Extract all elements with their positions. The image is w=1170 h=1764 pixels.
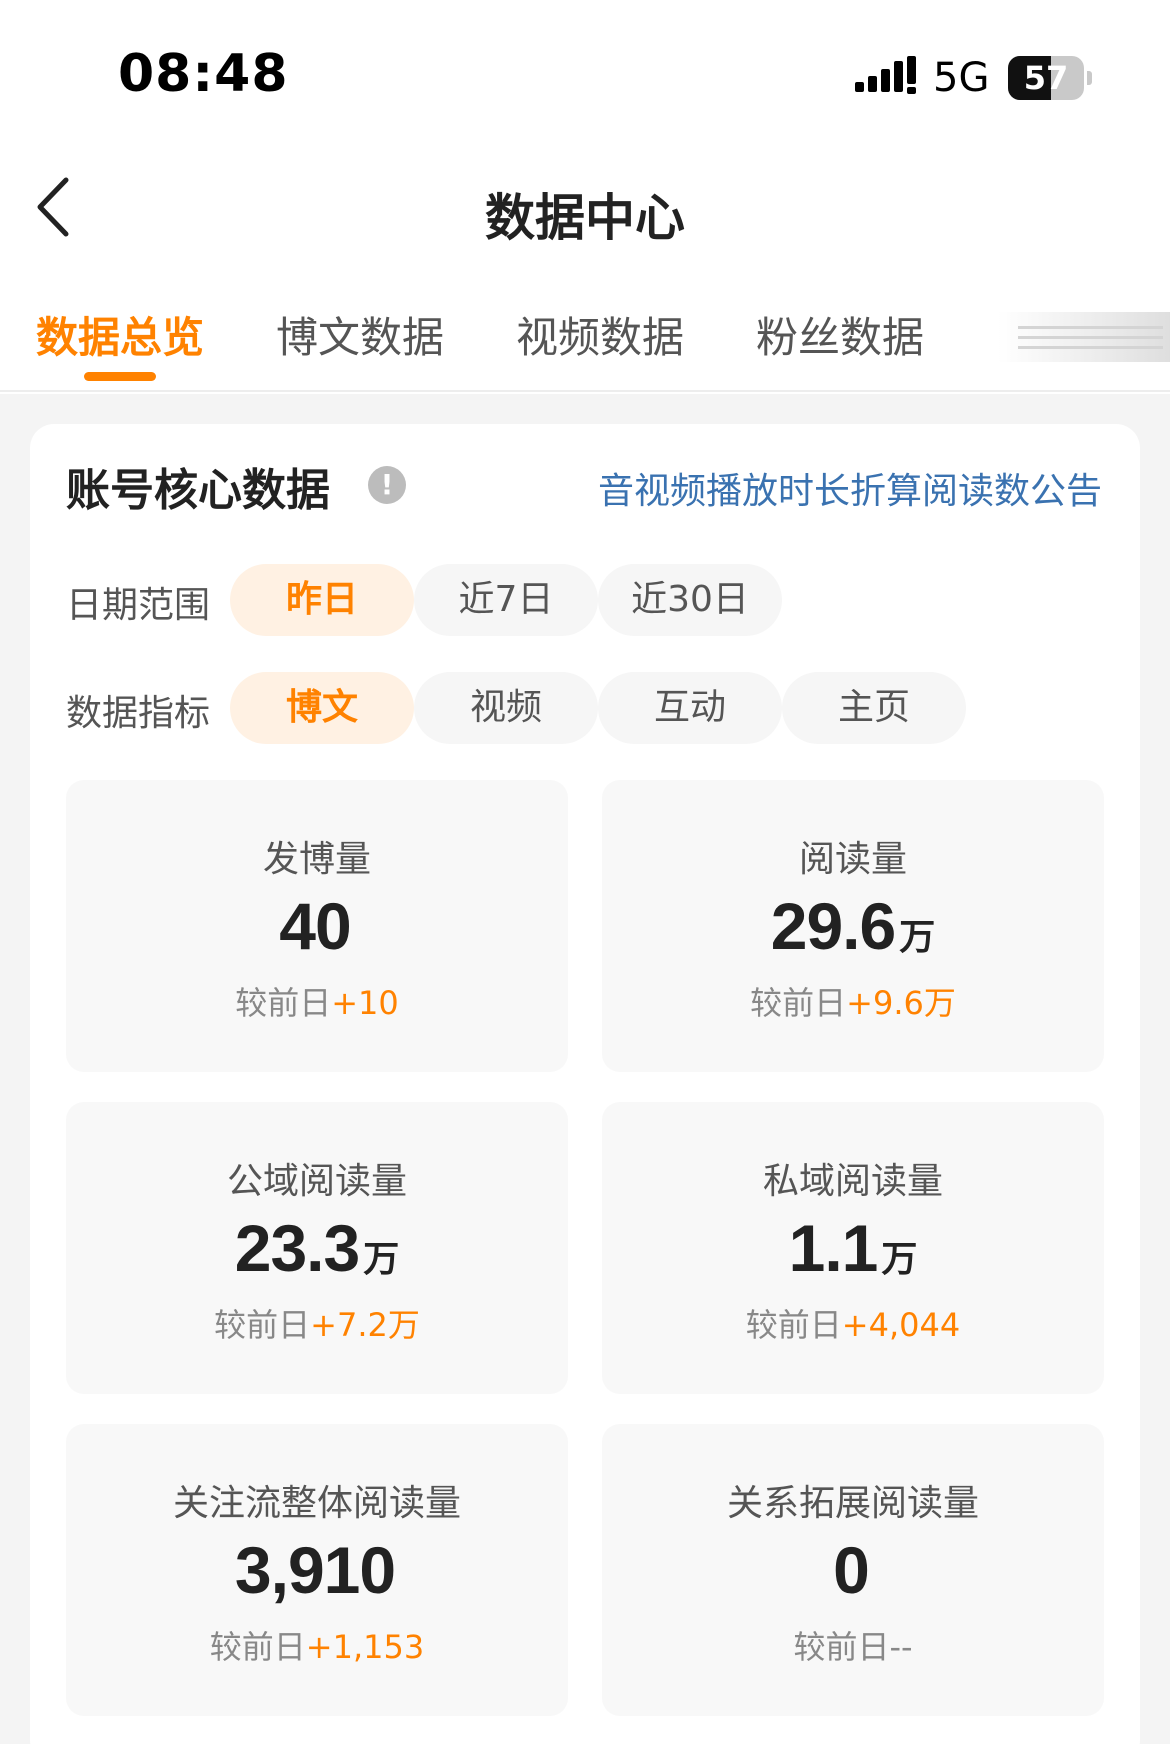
metric-label: 发博量 <box>262 839 371 880</box>
network-type: 5G <box>933 55 990 101</box>
metric-chip-videos[interactable]: 视频 <box>414 672 598 744</box>
metric-tile-reads[interactable]: 阅读量 29.6 万 较前日+9.6万 <box>602 780 1104 1072</box>
metric-label: 阅读量 <box>798 839 907 880</box>
metric-tile-public-reads[interactable]: 公域阅读量 23.3 万 较前日+7.2万 <box>66 1102 568 1394</box>
tab-videos[interactable]: 视频数据 <box>516 304 684 365</box>
metric-compare: 较前日+10 <box>235 984 399 1022</box>
metric-value: 0 <box>833 1533 870 1607</box>
metric-compare: 较前日-- <box>793 1628 913 1666</box>
info-icon[interactable]: ! <box>368 466 406 504</box>
tab-posts[interactable]: 博文数据 <box>276 304 444 365</box>
metric-value: 3,910 <box>234 1533 396 1607</box>
tab-overflow-fade[interactable] <box>998 312 1170 362</box>
metric-compare: 较前日+1,153 <box>209 1628 425 1666</box>
date-range-label: 日期范围 <box>66 585 211 626</box>
metric-value: 23.3 万 <box>234 1211 400 1285</box>
metric-tile-relationship-reads[interactable]: 关系拓展阅读量 0 较前日-- <box>602 1424 1104 1716</box>
metric-label: 关系拓展阅读量 <box>726 1483 979 1524</box>
notice-link[interactable]: 音视频播放时长折算阅读数公告 <box>598 462 1102 514</box>
metric-compare: 较前日+7.2万 <box>214 1306 420 1344</box>
core-data-card: 账号核心数据 ! 音视频播放时长折算阅读数公告 日期范围 昨日 近7日 近30日… <box>30 424 1140 1764</box>
metric-value: 1.1 万 <box>788 1211 918 1285</box>
metric-type-label: 数据指标 <box>66 693 211 734</box>
status-time: 08:48 <box>118 44 289 104</box>
tab-fans[interactable]: 粉丝数据 <box>756 304 924 365</box>
tab-active-indicator <box>84 372 156 381</box>
tab-overview[interactable]: 数据总览 <box>36 304 204 365</box>
status-bar: 08:48 5G 57 <box>0 0 1170 150</box>
metric-label: 关注流整体阅读量 <box>172 1483 461 1524</box>
page-title: 数据中心 <box>485 189 685 247</box>
metric-chip-homepage[interactable]: 主页 <box>782 672 966 744</box>
tab-bar: 数据总览 博文数据 视频数据 粉丝数据 <box>0 290 1170 392</box>
metric-value: 29.6 万 <box>770 889 936 963</box>
battery-level: 57 <box>1023 59 1069 97</box>
metric-tile-private-reads[interactable]: 私域阅读量 1.1 万 较前日+4,044 <box>602 1102 1104 1394</box>
metric-chip-posts[interactable]: 博文 <box>230 672 414 744</box>
card-title: 账号核心数据 <box>66 465 330 516</box>
metric-compare: 较前日+9.6万 <box>750 984 956 1022</box>
cellular-signal-icon <box>855 56 916 94</box>
metric-compare: 较前日+4,044 <box>745 1306 961 1344</box>
date-chip-30-days[interactable]: 近30日 <box>598 564 782 636</box>
date-chip-yesterday[interactable]: 昨日 <box>230 564 414 636</box>
metric-label: 公域阅读量 <box>226 1161 407 1202</box>
metric-tile-posts-count[interactable]: 发博量 40 较前日+10 <box>66 780 568 1072</box>
metric-label: 私域阅读量 <box>762 1161 943 1202</box>
metric-chip-interaction[interactable]: 互动 <box>598 672 782 744</box>
metric-tile-follow-feed-reads[interactable]: 关注流整体阅读量 3,910 较前日+1,153 <box>66 1424 568 1716</box>
metric-value: 40 <box>279 889 351 963</box>
date-chip-7-days[interactable]: 近7日 <box>414 564 598 636</box>
battery-icon: 57 <box>1008 56 1092 100</box>
